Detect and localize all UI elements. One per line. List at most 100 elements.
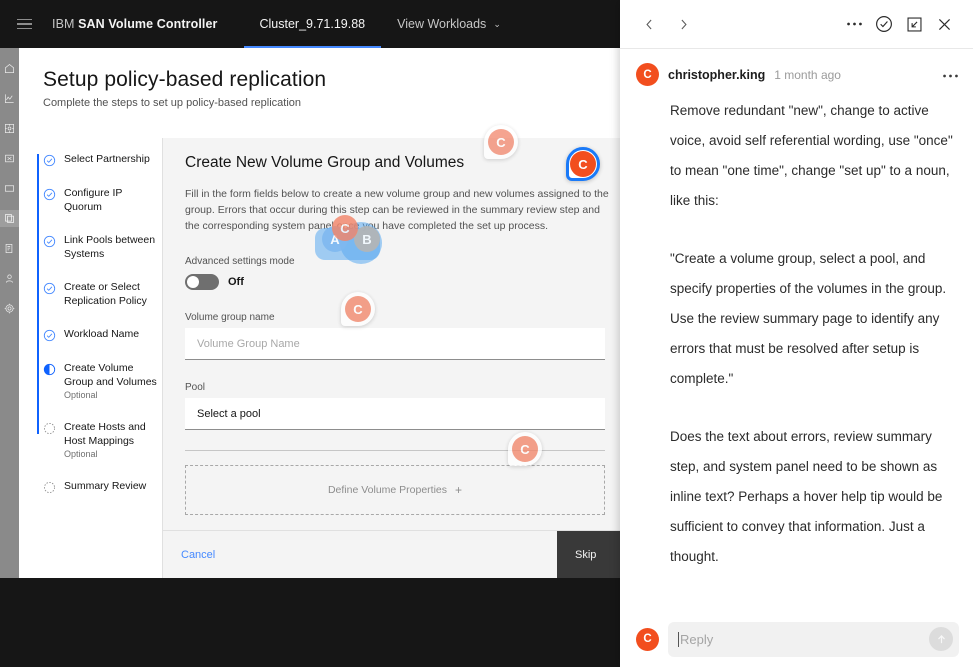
comment-author-row: C christopher.king 1 month ago (620, 49, 973, 86)
page-title: Setup policy-based replication (43, 68, 327, 91)
tab-cluster[interactable]: Cluster_9.71.19.88 (243, 0, 382, 48)
brand-prefix: IBM (52, 17, 75, 31)
annotation-pin-avatar: C (345, 296, 371, 322)
annotation-pin-avatar: C (512, 436, 538, 462)
wizard-step-workload-name[interactable]: Workload Name (37, 327, 162, 342)
advanced-settings-label: Advanced settings mode (185, 256, 295, 267)
comment-paragraph: Does the text about errors, review summa… (670, 429, 943, 564)
comment-timestamp: 1 month ago (774, 67, 841, 82)
wizard-step-replication-policy[interactable]: Create or Select Replication Policy (37, 280, 162, 308)
check-circle-icon (43, 235, 56, 248)
pool-select-value: Select a pool (197, 407, 261, 420)
wizard-body: Select Partnership Configure IP Quorum L… (19, 138, 633, 578)
app-icon-rail (0, 48, 19, 578)
annotation-pin-c-define[interactable]: C (508, 432, 542, 466)
wizard-step-label: Configure IP Quorum (64, 187, 123, 213)
check-circle-icon (43, 282, 56, 295)
reply-avatar: C (636, 627, 659, 651)
chevron-down-icon: ⌄ (493, 18, 501, 29)
wizard-step-select-partnership[interactable]: Select Partnership (37, 152, 162, 167)
app-screenshot-region: IBM SAN Volume Controller Cluster_9.71.1… (0, 0, 633, 578)
wizard-content-panel: Create New Volume Group and Volumes Fill… (163, 138, 633, 578)
advanced-settings-group: Advanced settings mode Off (185, 256, 615, 290)
wizard-step-label: Select Partnership (64, 153, 150, 165)
volume-group-name-input[interactable]: Volume Group Name (185, 328, 605, 360)
advanced-settings-toggle[interactable] (185, 274, 219, 290)
dotted-circle-icon (43, 422, 56, 435)
wizard-step-create-volume-group[interactable]: Create Volume Group and Volumes Optional (37, 361, 162, 401)
check-circle-icon[interactable] (869, 11, 899, 37)
define-volume-properties-button[interactable]: Define Volume Properties + (185, 465, 605, 515)
panel-description: Fill in the form fields below to create … (185, 188, 609, 232)
wizard-step-link-pools[interactable]: Link Pools between Systems (37, 233, 162, 261)
wizard-page-card: Setup policy-based replication Complete … (19, 48, 633, 578)
comment-paragraph: "Create a volume group, select a pool, a… (670, 251, 947, 386)
advanced-settings-state: Off (228, 276, 244, 288)
page-header: Setup policy-based replication Complete … (19, 48, 633, 123)
screen-root: IBM SAN Volume Controller Cluster_9.71.1… (0, 0, 973, 667)
pool-group: Pool Select a pool (185, 382, 615, 430)
open-in-panel-icon[interactable] (899, 11, 929, 37)
annotation-pin-avatar: C (488, 129, 514, 155)
ellipsis-icon[interactable] (839, 11, 869, 37)
wizard-step-create-hosts[interactable]: Create Hosts and Host Mappings Optional (37, 420, 162, 460)
rail-item-home[interactable] (0, 60, 19, 77)
rail-item-copy-services[interactable] (0, 210, 19, 227)
half-filled-circle-icon (43, 363, 56, 376)
wizard-step-label: Summary Review (64, 480, 147, 492)
rail-item-user[interactable] (0, 270, 19, 287)
reply-row: C Reply (620, 611, 973, 667)
wizard-step-optional: Optional (64, 390, 98, 400)
dotted-circle-icon (43, 481, 56, 494)
pool-select[interactable]: Select a pool (185, 398, 605, 430)
panel-title: Create New Volume Group and Volumes (185, 154, 465, 171)
tab-view-workloads[interactable]: View Workloads ⌄ (381, 0, 517, 48)
plus-icon: + (455, 483, 463, 497)
rail-item-settings[interactable] (0, 300, 19, 317)
pool-label: Pool (185, 382, 206, 393)
close-icon[interactable] (929, 11, 959, 37)
brand-name: SAN Volume Controller (78, 17, 218, 31)
reply-input[interactable]: Reply (668, 621, 959, 657)
chevron-right-icon[interactable] (670, 11, 696, 37)
tab-cluster-label: Cluster_9.71.19.88 (259, 17, 366, 31)
send-arrow-up-icon[interactable] (929, 627, 953, 651)
wizard-step-label: Workload Name (64, 328, 140, 340)
wizard-step-summary-review[interactable]: Summary Review (37, 479, 162, 494)
comment-body: Remove redundant "new", change to active… (620, 86, 973, 611)
annotation-pin-c-mid[interactable]: C (328, 211, 362, 245)
wizard-step-configure-ip-quorum[interactable]: Configure IP Quorum (37, 186, 162, 214)
section-divider (185, 450, 605, 451)
annotation-pin-c-top[interactable]: C (484, 125, 518, 159)
rail-item-pools[interactable] (0, 120, 19, 137)
wizard-step-optional: Optional (64, 449, 98, 459)
volume-group-name-group: Volume group name Volume Group Name (185, 312, 615, 360)
wizard-step-label: Create Hosts and Host Mappings (64, 421, 146, 447)
chevron-left-icon[interactable] (636, 11, 662, 37)
rail-item-access[interactable] (0, 240, 19, 257)
comment-panel-toolbar (620, 0, 973, 49)
check-circle-icon (43, 188, 56, 201)
tab-view-workloads-label: View Workloads (397, 17, 487, 31)
define-volume-properties-label: Define Volume Properties (327, 484, 448, 496)
hamburger-icon[interactable] (0, 0, 48, 48)
annotation-pin-c-field[interactable]: C (341, 292, 375, 326)
comment-more-icon[interactable] (942, 66, 959, 83)
comment-author: christopher.king (668, 67, 766, 82)
wizard-step-label: Create Volume Group and Volumes (64, 362, 157, 388)
wizard-step-list: Select Partnership Configure IP Quorum L… (19, 138, 163, 578)
rail-item-monitoring[interactable] (0, 90, 19, 107)
annotation-pin-avatar: C (332, 215, 358, 241)
rail-item-volumes[interactable] (0, 150, 19, 167)
wizard-footer: Cancel Skip (163, 530, 633, 578)
check-circle-icon (43, 329, 56, 342)
cancel-button[interactable]: Cancel (163, 549, 215, 561)
annotation-pin-c-active[interactable]: C (566, 147, 600, 181)
check-circle-icon (43, 154, 56, 167)
comment-panel: C christopher.king 1 month ago Remove re… (620, 0, 973, 667)
rail-item-hosts[interactable] (0, 180, 19, 197)
volume-group-name-label: Volume group name (185, 312, 275, 323)
app-brand: IBM SAN Volume Controller (52, 17, 218, 31)
wizard-step-label: Create or Select Replication Policy (64, 281, 147, 307)
avatar: C (636, 63, 659, 86)
